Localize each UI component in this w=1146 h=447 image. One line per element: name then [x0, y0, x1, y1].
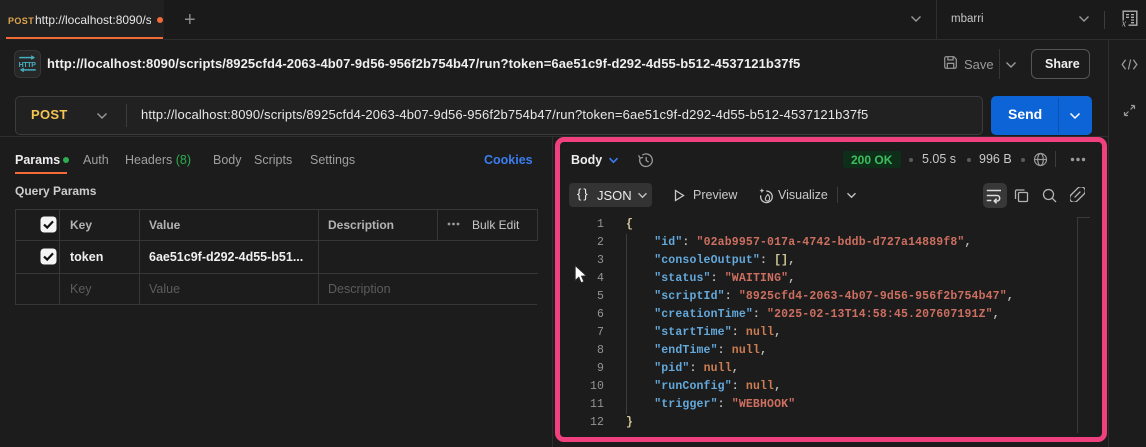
svg-text:x: x [1122, 19, 1127, 28]
svg-text:HTTP: HTTP [19, 62, 37, 69]
